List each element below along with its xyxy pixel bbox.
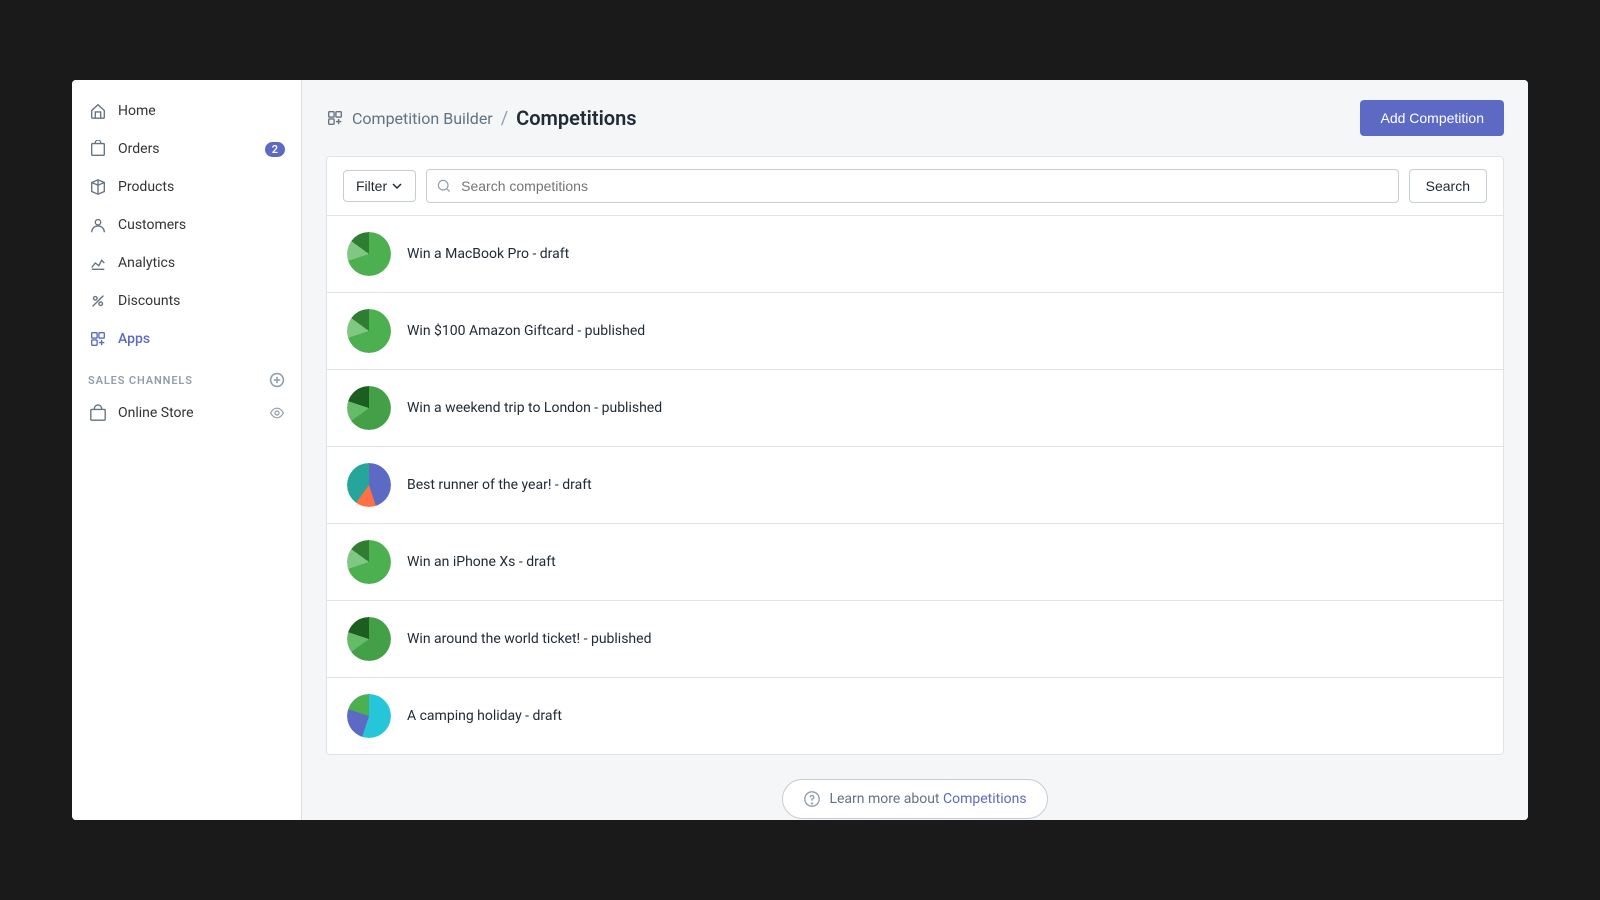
filter-button[interactable]: Filter — [343, 170, 416, 202]
sidebar-item-customers[interactable]: Customers — [72, 206, 301, 244]
filter-label: Filter — [356, 178, 387, 194]
competition-item[interactable]: Win a MacBook Pro - draft — [327, 216, 1503, 293]
sidebar-item-discounts-label: Discounts — [118, 293, 180, 309]
sidebar-item-products-label: Products — [118, 179, 174, 195]
filter-bar: Filter Search — [327, 157, 1503, 216]
discounts-icon — [88, 291, 108, 311]
learn-more-static: Learn more about — [829, 791, 943, 807]
breadcrumb: Competition Builder / Competitions — [326, 106, 637, 130]
competition-title: Win an iPhone Xs - draft — [407, 554, 556, 570]
learn-more-section: Learn more about Competitions — [326, 779, 1504, 819]
competition-title: Win around the world ticket! - published — [407, 631, 651, 647]
sidebar-item-products[interactable]: Products — [72, 168, 301, 206]
competition-avatar — [347, 386, 391, 430]
sidebar-item-analytics-label: Analytics — [118, 255, 175, 271]
competition-title: Win a weekend trip to London - published — [407, 400, 662, 416]
help-icon — [803, 790, 821, 808]
sidebar-item-home[interactable]: Home — [72, 92, 301, 130]
home-icon — [88, 101, 108, 121]
online-store-label: Online Store — [118, 405, 194, 421]
competition-avatar — [347, 463, 391, 507]
competition-title: Best runner of the year! - draft — [407, 477, 592, 493]
competitions-card: Filter Search — [326, 156, 1504, 755]
page-header: Competition Builder / Competitions Add C… — [326, 100, 1504, 136]
sales-channels-label: SALES CHANNELS — [88, 374, 193, 387]
eye-icon[interactable] — [269, 405, 285, 421]
search-icon — [436, 178, 452, 194]
competition-item[interactable]: Win $100 Amazon Giftcard - published — [327, 293, 1503, 370]
competition-list: Win a MacBook Pro - draft Win $100 Amazon… — [327, 216, 1503, 754]
competition-item[interactable]: Win an iPhone Xs - draft — [327, 524, 1503, 601]
breadcrumb-icon — [326, 109, 344, 127]
breadcrumb-root[interactable]: Competition Builder — [352, 109, 493, 128]
filter-chevron-icon — [391, 180, 403, 192]
competition-item[interactable]: Win a weekend trip to London - published — [327, 370, 1503, 447]
breadcrumb-separator: / — [501, 108, 508, 129]
search-input[interactable] — [426, 169, 1399, 203]
orders-badge: 2 — [265, 142, 285, 157]
sidebar-item-orders-label: Orders — [118, 141, 160, 157]
learn-more-link[interactable]: Competitions — [943, 791, 1027, 807]
competition-title: Win $100 Amazon Giftcard - published — [407, 323, 645, 339]
competition-title: A camping holiday - draft — [407, 708, 562, 724]
main-content: Competition Builder / Competitions Add C… — [302, 80, 1528, 820]
products-icon — [88, 177, 108, 197]
competition-avatar — [347, 540, 391, 584]
apps-icon — [88, 329, 108, 349]
sidebar-item-analytics[interactable]: Analytics — [72, 244, 301, 282]
orders-icon — [88, 139, 108, 159]
sidebar-item-discounts[interactable]: Discounts — [72, 282, 301, 320]
online-store-icon — [88, 403, 108, 423]
learn-more-text: Learn more about Competitions — [829, 791, 1026, 807]
competition-title: Win a MacBook Pro - draft — [407, 246, 569, 262]
sidebar-item-customers-label: Customers — [118, 217, 186, 233]
analytics-icon — [88, 253, 108, 273]
add-sales-channel-icon[interactable] — [269, 372, 285, 388]
sidebar-item-orders[interactable]: Orders 2 — [72, 130, 301, 168]
competition-avatar — [347, 694, 391, 738]
search-button[interactable]: Search — [1409, 169, 1487, 203]
customers-icon — [88, 215, 108, 235]
sidebar-item-home-label: Home — [118, 103, 156, 119]
learn-more-pill[interactable]: Learn more about Competitions — [782, 779, 1047, 819]
sidebar: Home Orders 2 Products — [72, 80, 302, 820]
search-wrapper — [426, 169, 1399, 203]
sidebar-item-online-store[interactable]: Online Store — [72, 394, 301, 432]
sidebar-item-apps[interactable]: Apps — [72, 320, 301, 358]
sales-channels-section: SALES CHANNELS — [72, 358, 301, 394]
competition-avatar — [347, 309, 391, 353]
sidebar-item-apps-label: Apps — [118, 331, 150, 347]
breadcrumb-current: Competitions — [516, 106, 636, 130]
add-competition-button[interactable]: Add Competition — [1360, 100, 1504, 136]
competition-avatar — [347, 617, 391, 661]
competition-item[interactable]: A camping holiday - draft — [327, 678, 1503, 754]
competition-item[interactable]: Win around the world ticket! - published — [327, 601, 1503, 678]
competition-item[interactable]: Best runner of the year! - draft — [327, 447, 1503, 524]
competition-avatar — [347, 232, 391, 276]
